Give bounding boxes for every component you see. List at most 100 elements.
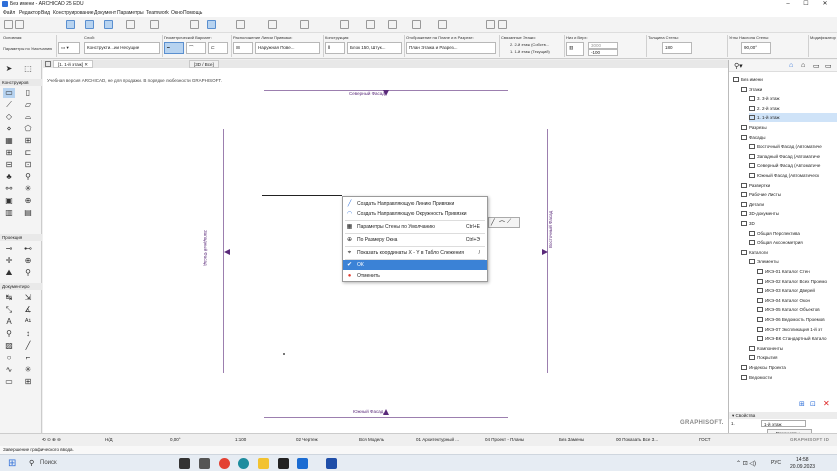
navigator-item[interactable]: Без имени — [733, 75, 837, 84]
skylight-tool-icon[interactable]: ⊡ — [22, 160, 34, 170]
infobox-main-value[interactable]: Параметры по Умолчанию — [3, 46, 52, 51]
menu-design[interactable]: Конструирование — [53, 10, 94, 16]
lamp-tool-icon[interactable]: ⚯ — [3, 184, 15, 194]
wall-angle-input[interactable]: 90,00° — [741, 42, 771, 54]
minimize-button[interactable]: – — [781, 0, 795, 8]
angle-dimension-icon[interactable]: ∡ — [22, 305, 34, 315]
layout-book-icon[interactable]: ▭ — [813, 62, 820, 70]
cancel-item[interactable]: ● Отменить — [343, 271, 487, 281]
menu-window[interactable]: Окно — [171, 10, 183, 16]
delete-icon[interactable]: ✕ — [823, 399, 830, 408]
column-tool-icon[interactable]: ▯ — [22, 88, 34, 98]
menu-help[interactable]: Помощь — [183, 10, 202, 16]
view-map-icon[interactable]: ⌂ — [801, 62, 805, 69]
text-button[interactable] — [366, 20, 375, 29]
tab-menu-icon[interactable] — [45, 61, 51, 67]
create-guide-line-item[interactable]: ╱ Создать Направляющую Линию Привязки — [343, 199, 487, 209]
undo-zoom-icon[interactable]: ⟲ ⊙ ⊕ ⊖ — [42, 437, 61, 443]
panel-icon[interactable]: ▤ — [22, 208, 34, 218]
rotation-value[interactable]: 0,00° — [170, 437, 181, 442]
elevation-button[interactable] — [300, 20, 309, 29]
geometry-straight-button[interactable]: ━ — [164, 42, 184, 54]
dimension-tool-icon[interactable]: ↹ — [3, 293, 15, 303]
structure-type-button[interactable]: Ⅱ — [325, 42, 345, 54]
detail-tool-icon[interactable]: ⛰ — [3, 268, 15, 278]
tray-icons[interactable]: ⌃ ⊡ ◁) — [736, 460, 756, 467]
close-button[interactable]: ✕ — [818, 0, 832, 8]
undo-button[interactable] — [4, 20, 13, 29]
dimension-button[interactable] — [388, 20, 397, 29]
east-elevation-label[interactable]: Восточный Фасад — [548, 211, 553, 248]
top-offset-input[interactable]: 3000 — [588, 42, 618, 49]
navigator-item[interactable]: Северный Фасад (Автоматиче — [749, 161, 837, 170]
circle-tool-icon[interactable]: ○ — [3, 353, 15, 363]
zone-tool-icon[interactable]: ⚲ — [22, 172, 34, 182]
navigator-item[interactable]: Покрытия — [749, 353, 837, 362]
language-indicator[interactable]: РУС — [771, 460, 781, 466]
arrow-select-icon[interactable]: ➤ — [3, 64, 15, 74]
east-marker-icon[interactable] — [542, 249, 548, 255]
polyline-tool-icon[interactable]: ⌐ — [22, 353, 34, 363]
edge-icon[interactable] — [238, 458, 249, 469]
navigator-item[interactable]: ИКЭ-03 Каталог Дверей — [757, 286, 837, 295]
south-elevation-label[interactable]: Южный Фасад — [353, 409, 383, 414]
navigator-item[interactable]: ИКЭ-05 Каталог Объектов — [757, 305, 837, 314]
publisher-icon[interactable]: ▭ — [825, 62, 832, 70]
navigator-item[interactable]: ИКЭ-07 Экспликация 1-й эт — [757, 325, 837, 334]
windows-start-icon[interactable]: ⊞ — [8, 458, 16, 469]
zone-button[interactable] — [340, 20, 349, 29]
navigator-item[interactable]: 3D — [741, 219, 837, 228]
ok-item[interactable]: ✔ ОК — [343, 260, 487, 270]
settings-button[interactable] — [498, 20, 507, 29]
guide-button[interactable] — [104, 20, 113, 29]
render-button[interactable] — [412, 20, 421, 29]
radial-dimension-icon[interactable]: ⤡ — [3, 305, 15, 315]
door-tool-icon[interactable]: ⊏ — [22, 148, 34, 158]
toolbox-section-document[interactable]: Документиро — [0, 283, 42, 290]
3d-view-button[interactable] — [207, 20, 216, 29]
navigator-menu-icon[interactable]: ⚲▾ — [734, 62, 743, 70]
navigator-item[interactable]: Общая Аксонометрия — [749, 238, 837, 247]
navigator-item[interactable]: 3. 3-й этаж — [749, 94, 837, 103]
north-marker-icon[interactable] — [383, 90, 389, 96]
arrow-tool-button[interactable] — [66, 20, 75, 29]
renovation-filter[interactable]: 00 Показать Все З... — [616, 437, 658, 442]
beam-tool-icon[interactable]: ⟋ — [3, 100, 15, 110]
search-icon[interactable]: ⚲ — [29, 459, 34, 467]
fill-tool-icon[interactable]: ⚲ — [3, 329, 15, 339]
menu-edit[interactable]: Редактор — [19, 10, 41, 16]
dimension-standard[interactable]: ГОСТ — [699, 437, 711, 442]
navigator-item[interactable]: Ведомости — [741, 373, 837, 382]
redo-button[interactable] — [15, 20, 24, 29]
figure-tool-icon[interactable]: ▭ — [3, 377, 15, 387]
west-elevation-label[interactable]: Западный Фасад — [203, 230, 208, 266]
spline-tool-icon[interactable]: ∿ — [3, 365, 15, 375]
navigator-item[interactable]: ИКЭ-01 Каталог Стен — [757, 267, 837, 276]
navigator-item[interactable]: Западный Фасад (Автоматиче — [749, 152, 837, 161]
mvo[interactable]: 04 Проект - Планы — [485, 437, 524, 442]
pet-straight-icon[interactable]: ╱ — [491, 219, 495, 226]
pet-chain-icon[interactable]: ⟋ — [507, 219, 511, 226]
worksheet-tool-icon[interactable]: ⊕ — [22, 256, 34, 266]
stair-tool-icon[interactable]: ⊞ — [22, 136, 34, 146]
level-dimension-icon[interactable]: ⇲ — [22, 293, 34, 303]
publish-button[interactable] — [486, 20, 495, 29]
roof-tool-icon[interactable]: ◇ — [3, 112, 15, 122]
navigator-item[interactable]: Индексы Проекта — [741, 363, 837, 372]
navigator-item[interactable]: 2. 2-й этаж — [749, 104, 837, 113]
beam-grid-icon[interactable]: ▥ — [3, 208, 15, 218]
create-guide-circle-item[interactable]: ◠ Создать Направляющую Окружность Привязк… — [343, 209, 487, 219]
drawing-tool-icon[interactable]: ⊞ — [22, 377, 34, 387]
project-map-icon[interactable]: ⌂ — [789, 62, 793, 69]
grid-button[interactable] — [126, 20, 135, 29]
hatch-tool-icon[interactable]: ▨ — [3, 341, 15, 351]
menu-file[interactable]: Файл — [3, 10, 15, 16]
wall-thickness-input[interactable]: 180 — [662, 42, 692, 54]
layer-dropdown[interactable]: Конструкти...ии Несущие — [84, 42, 160, 54]
navigator-item[interactable]: ИКЭ-ВК Стандартный Катало — [757, 334, 837, 343]
north-elevation-label[interactable]: Северный Фасад — [349, 91, 385, 96]
shell-tool-icon[interactable]: ⌓ — [22, 112, 34, 122]
menu-view[interactable]: Вид — [41, 10, 50, 16]
tab-3d[interactable]: [3D / Все] — [189, 60, 219, 68]
structure-dropdown[interactable]: Блок 150, Штук... — [347, 42, 402, 54]
